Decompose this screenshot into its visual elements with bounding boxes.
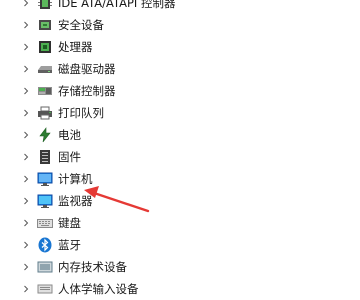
chevron-right-icon[interactable] <box>22 197 30 205</box>
tree-item-ide-controller[interactable]: IDE ATA/ATAPI 控制器 <box>0 0 360 14</box>
security-device-icon <box>37 17 53 33</box>
tree-item-label: 计算机 <box>58 172 93 186</box>
tree-item-human-interface-devices[interactable]: 人体学输入设备 <box>0 278 360 300</box>
chevron-right-icon[interactable] <box>22 0 30 7</box>
chevron-right-icon[interactable] <box>22 263 30 271</box>
monitor-icon <box>37 193 53 209</box>
tree-item-label: 存储控制器 <box>58 84 116 98</box>
tree-item-firmware[interactable]: 固件 <box>0 146 360 168</box>
tree-item-label: 电池 <box>58 128 81 142</box>
tree-item-label: 安全设备 <box>58 18 104 32</box>
ide-controller-icon <box>37 0 53 11</box>
tree-item-label: 键盘 <box>58 216 81 230</box>
tree-item-keyboards[interactable]: 键盘 <box>0 212 360 234</box>
tree-item-label: 磁盘驱动器 <box>58 62 116 76</box>
tree-item-label: 内存技术设备 <box>58 260 127 274</box>
chevron-right-icon[interactable] <box>22 109 30 117</box>
tree-item-label: 打印队列 <box>58 106 104 120</box>
tree-item-label: IDE ATA/ATAPI 控制器 <box>58 0 176 10</box>
tree-item-memory-technology-devices[interactable]: 内存技术设备 <box>0 256 360 278</box>
tree-item-monitors[interactable]: 监视器 <box>0 190 360 212</box>
keyboard-icon <box>37 215 53 231</box>
printer-icon <box>37 105 53 121</box>
chevron-right-icon[interactable] <box>22 219 30 227</box>
battery-icon <box>37 127 53 143</box>
tree-item-label: 固件 <box>58 150 81 164</box>
memory-technology-icon <box>37 259 53 275</box>
chevron-right-icon[interactable] <box>22 153 30 161</box>
tree-item-processors[interactable]: 处理器 <box>0 36 360 58</box>
tree-item-batteries[interactable]: 电池 <box>0 124 360 146</box>
device-manager-window: { "tree": { "items": [ {"label": "IDE AT… <box>0 0 360 296</box>
chevron-right-icon[interactable] <box>22 43 30 51</box>
chevron-right-icon[interactable] <box>22 87 30 95</box>
storage-controller-icon <box>37 83 53 99</box>
tree-item-label: 监视器 <box>58 194 93 208</box>
chevron-right-icon[interactable] <box>22 131 30 139</box>
chevron-right-icon[interactable] <box>22 21 30 29</box>
tree-item-label: 人体学输入设备 <box>58 282 139 296</box>
firmware-icon <box>37 149 53 165</box>
tree-item-computer[interactable]: 计算机 <box>0 168 360 190</box>
chevron-right-icon[interactable] <box>22 241 30 249</box>
computer-icon <box>37 171 53 187</box>
tree-item-storage-controllers[interactable]: 存储控制器 <box>0 80 360 102</box>
disk-drive-icon <box>37 61 53 77</box>
chevron-right-icon[interactable] <box>22 175 30 183</box>
tree-item-disk-drives[interactable]: 磁盘驱动器 <box>0 58 360 80</box>
processor-icon <box>37 39 53 55</box>
tree-item-bluetooth[interactable]: 蓝牙 <box>0 234 360 256</box>
tree-item-print-queues[interactable]: 打印队列 <box>0 102 360 124</box>
tree-item-label: 处理器 <box>58 40 93 54</box>
human-interface-icon <box>37 281 53 297</box>
tree-item-security-devices[interactable]: 安全设备 <box>0 14 360 36</box>
chevron-right-icon[interactable] <box>22 65 30 73</box>
chevron-right-icon[interactable] <box>22 285 30 293</box>
